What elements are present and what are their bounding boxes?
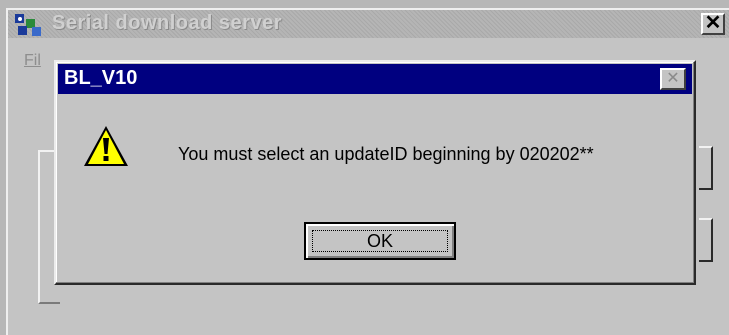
dialog-title: BL_V10 [64, 67, 138, 89]
window-titlebar: Serial download server ✕ [8, 10, 729, 38]
app-icon [15, 14, 41, 36]
ok-button-label: OK [312, 230, 448, 252]
warning-icon [84, 126, 128, 166]
message-dialog: BL_V10 ✕ You must select an updateID beg… [54, 60, 696, 285]
background-button-top[interactable] [699, 146, 713, 190]
window-title: Serial download server [52, 12, 282, 34]
dialog-close-button[interactable]: ✕ [660, 68, 686, 90]
window-close-button[interactable]: ✕ [701, 13, 725, 35]
background-button-bottom[interactable] [699, 218, 713, 262]
dialog-message: You must select an updateID beginning by… [178, 144, 594, 164]
menu-file[interactable]: Fil [24, 52, 41, 70]
dialog-titlebar: BL_V10 ✕ [58, 64, 692, 94]
ok-button[interactable]: OK [304, 222, 456, 260]
